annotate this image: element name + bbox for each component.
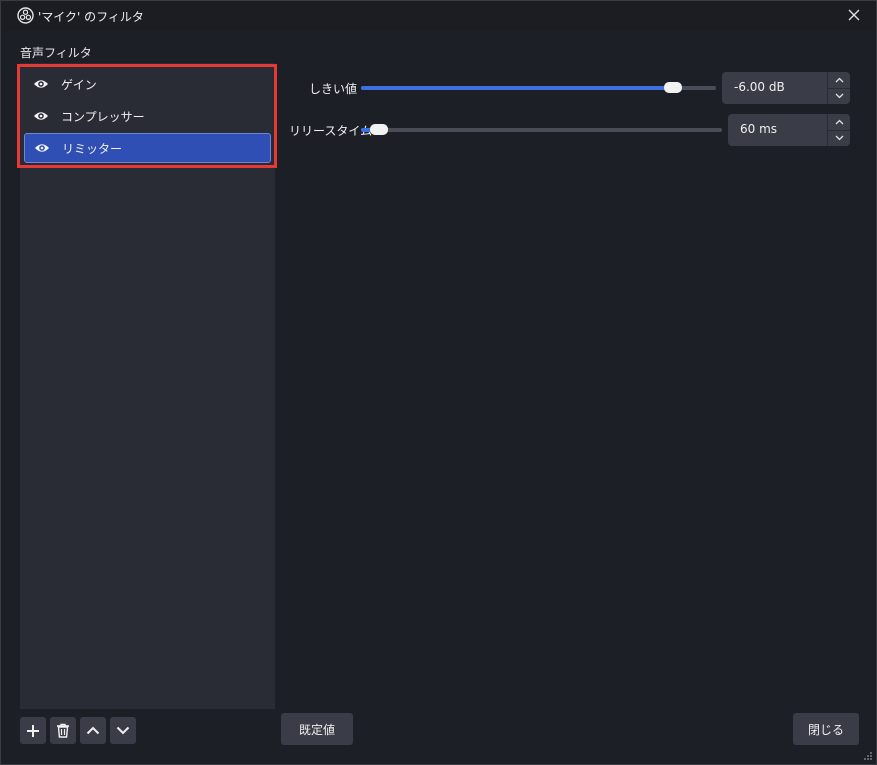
trash-icon xyxy=(57,723,69,738)
filter-item-label: コンプレッサー xyxy=(61,109,145,124)
release-time-row: リリースタイム 60 ms xyxy=(281,114,851,146)
release-time-increment-button[interactable] xyxy=(828,114,850,131)
filter-list: ゲイン コンプレッサー リミッター xyxy=(24,69,271,165)
move-up-button[interactable] xyxy=(80,717,106,744)
release-time-decrement-button[interactable] xyxy=(828,130,850,146)
close-button[interactable]: 閉じる xyxy=(793,713,859,745)
threshold-spin-buttons xyxy=(827,72,850,104)
plus-icon xyxy=(27,724,39,737)
threshold-slider-handle[interactable] xyxy=(664,82,683,93)
add-filter-button[interactable] xyxy=(20,717,46,744)
filter-item-compressor[interactable]: コンプレッサー xyxy=(24,101,271,131)
threshold-row: しきい値 -6.00 dB xyxy=(281,72,851,104)
filters-dialog: 'マイク' のフィルタ 音声フィルタ ゲイン コンプレッサー リミッター しきい… xyxy=(0,0,877,765)
threshold-increment-button[interactable] xyxy=(828,72,850,89)
close-window-button[interactable] xyxy=(844,5,864,25)
release-time-spin-buttons xyxy=(827,114,850,146)
release-time-slider-handle[interactable] xyxy=(370,124,389,135)
release-time-label: リリースタイム xyxy=(289,124,373,138)
release-time-value[interactable]: 60 ms xyxy=(740,122,777,136)
threshold-value[interactable]: -6.00 dB xyxy=(734,80,785,94)
visibility-eye-icon[interactable] xyxy=(33,110,49,122)
defaults-button[interactable]: 既定値 xyxy=(281,713,353,745)
filter-item-limiter[interactable]: リミッター xyxy=(24,133,271,163)
threshold-decrement-button[interactable] xyxy=(828,88,850,104)
filter-item-label: ゲイン xyxy=(61,77,97,92)
release-time-spinbox[interactable]: 60 ms xyxy=(728,114,850,146)
close-icon xyxy=(848,9,860,21)
resize-grip-icon[interactable] xyxy=(864,752,872,760)
chevron-down-icon xyxy=(116,726,130,735)
chevron-up-icon xyxy=(835,119,843,125)
filter-list-panel: ゲイン コンプレッサー リミッター xyxy=(20,63,275,709)
move-down-button[interactable] xyxy=(110,717,136,744)
filter-item-gain[interactable]: ゲイン xyxy=(24,69,271,99)
threshold-label: しきい値 xyxy=(309,82,358,96)
threshold-slider[interactable] xyxy=(361,82,716,93)
obs-logo-icon xyxy=(17,7,34,24)
threshold-slider-fill xyxy=(361,86,674,90)
chevron-up-icon xyxy=(86,726,100,735)
filter-item-label: リミッター xyxy=(62,141,123,156)
remove-filter-button[interactable] xyxy=(50,717,76,744)
title-bar[interactable]: 'マイク' のフィルタ xyxy=(1,1,876,31)
visibility-eye-icon[interactable] xyxy=(34,142,50,154)
threshold-spinbox[interactable]: -6.00 dB xyxy=(722,72,850,104)
chevron-up-icon xyxy=(835,77,843,83)
window-title: 'マイク' のフィルタ xyxy=(38,10,144,24)
release-time-slider[interactable] xyxy=(361,124,722,135)
chevron-down-icon xyxy=(835,135,843,141)
chevron-down-icon xyxy=(835,93,843,99)
audio-filters-label: 音声フィルタ xyxy=(20,46,92,60)
visibility-eye-icon[interactable] xyxy=(33,78,49,90)
